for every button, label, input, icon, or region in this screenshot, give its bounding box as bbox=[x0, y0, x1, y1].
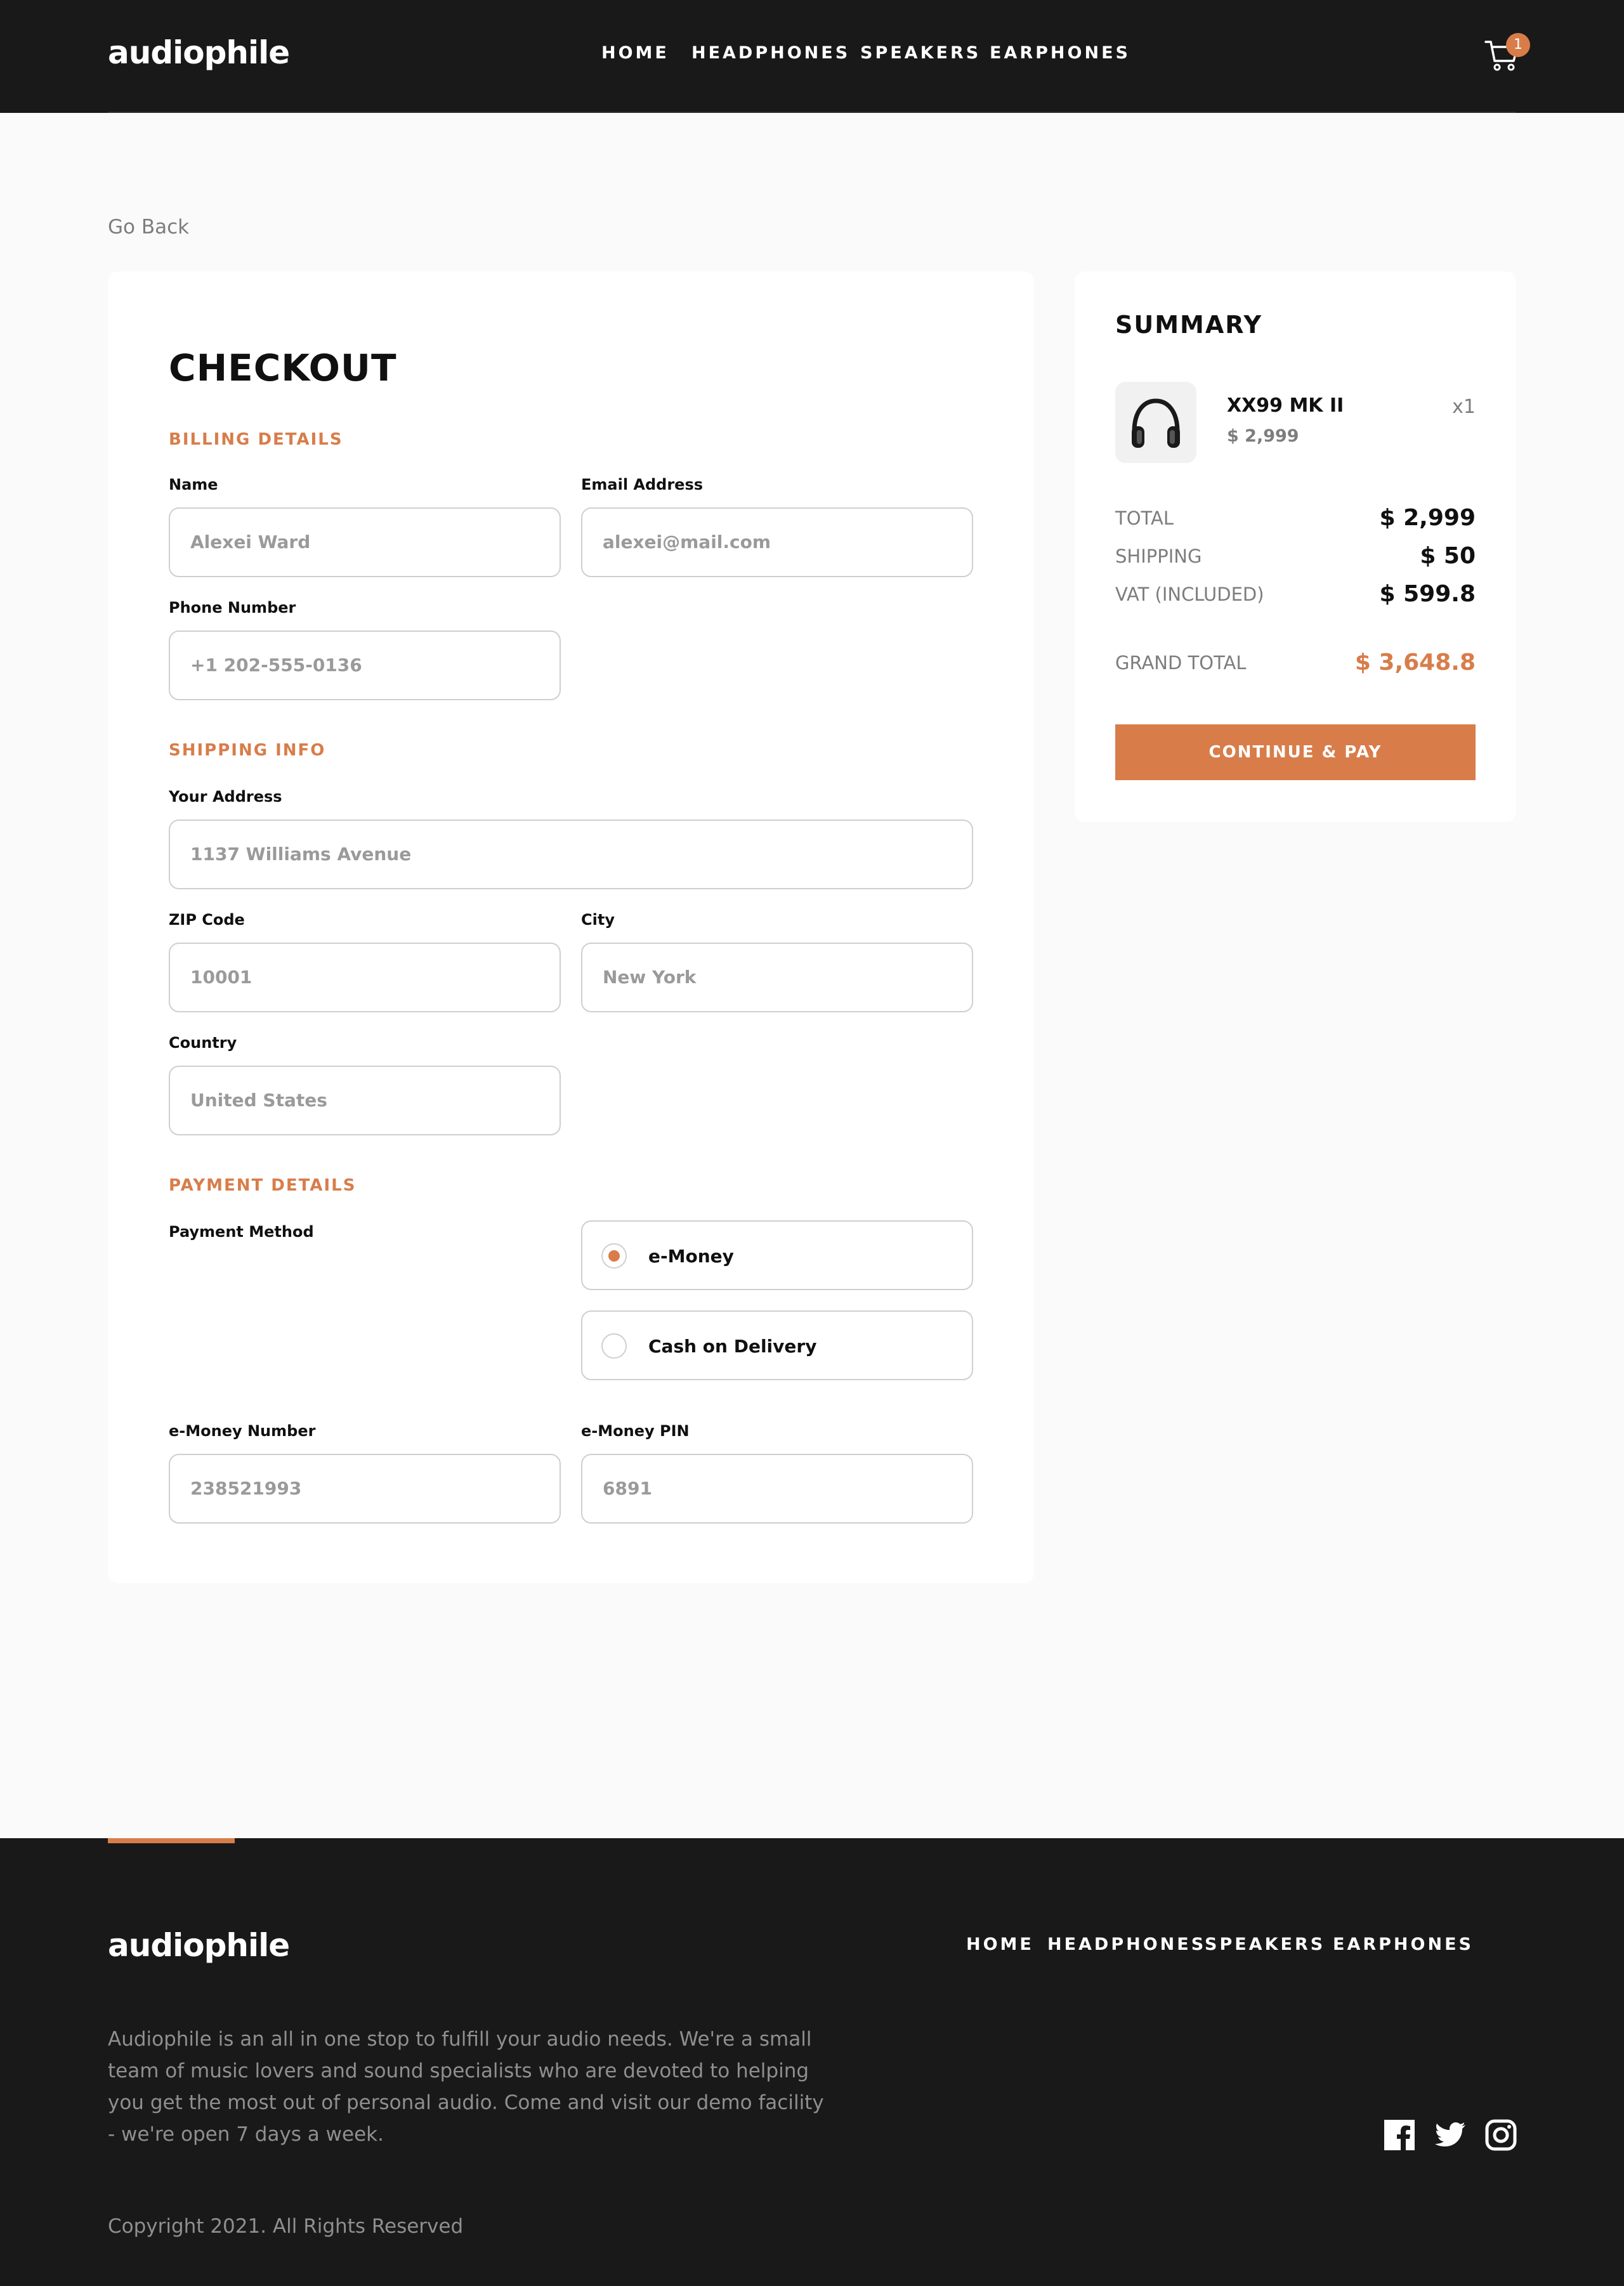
grand-total-value: $ 3,648.8 bbox=[1354, 650, 1476, 676]
phone-input[interactable]: +1 202-555-0136 bbox=[169, 630, 561, 700]
twitter-icon[interactable] bbox=[1434, 2119, 1467, 2152]
footer-nav-speakers[interactable]: SPEAKERS bbox=[1205, 1935, 1323, 1954]
footer-accent-bar bbox=[108, 1838, 235, 1843]
zip-input[interactable]: 10001 bbox=[169, 943, 561, 1012]
footer-logo[interactable]: audiophile bbox=[108, 1927, 290, 1964]
total-label: TOTAL bbox=[1115, 507, 1174, 529]
emoney-number-placeholder: 238521993 bbox=[190, 1478, 302, 1499]
shipping-info-heading: SHIPPING INFO bbox=[169, 741, 326, 760]
cart-count-badge: 1 bbox=[1506, 33, 1530, 57]
emoney-pin-label: e-Money PIN bbox=[581, 1422, 690, 1440]
footer-description: Audiophile is an all in one stop to fulf… bbox=[108, 2028, 824, 2146]
nav-home[interactable]: HOME bbox=[601, 43, 667, 63]
product-price: $ 2,999 bbox=[1227, 426, 1299, 446]
radio-emoney[interactable] bbox=[601, 1243, 627, 1269]
email-placeholder: alexei@mail.com bbox=[603, 532, 771, 552]
email-label: Email Address bbox=[581, 476, 704, 493]
footer-nav: HOME HEADPHONES SPEAKERS EARPHONES bbox=[966, 1935, 1471, 1954]
grand-total-label: GRAND TOTAL bbox=[1115, 652, 1247, 674]
order-summary: SUMMARY XX99 MK II $ 2,999 x1 TOTAL $ 2,… bbox=[1075, 271, 1516, 822]
footer-nav-home[interactable]: HOME bbox=[966, 1935, 1031, 1954]
emoney-label: e-Money bbox=[648, 1246, 734, 1267]
facebook-icon[interactable] bbox=[1383, 2119, 1416, 2152]
country-placeholder: United States bbox=[190, 1090, 327, 1111]
emoney-number-input[interactable]: 238521993 bbox=[169, 1454, 561, 1524]
address-label: Your Address bbox=[169, 788, 282, 806]
vat-label: VAT (INCLUDED) bbox=[1115, 584, 1264, 605]
vat-value: $ 599.8 bbox=[1379, 581, 1476, 607]
radio-selected-dot bbox=[608, 1250, 620, 1262]
headphones-icon bbox=[1132, 398, 1180, 448]
country-label: Country bbox=[169, 1034, 237, 1052]
payment-option-cash[interactable]: Cash on Delivery bbox=[581, 1310, 973, 1380]
payment-method-label: Payment Method bbox=[169, 1223, 314, 1241]
shipping-label: SHIPPING bbox=[1115, 545, 1202, 567]
phone-placeholder: +1 202-555-0136 bbox=[190, 655, 362, 676]
phone-label: Phone Number bbox=[169, 599, 296, 617]
name-placeholder: Alexei Ward bbox=[190, 532, 311, 552]
product-quantity: x1 bbox=[1452, 396, 1476, 418]
continue-pay-button[interactable]: CONTINUE & PAY bbox=[1115, 724, 1476, 780]
checkout-title: CHECKOUT bbox=[169, 346, 397, 389]
site-footer: audiophile HOME HEADPHONES SPEAKERS EARP… bbox=[0, 1838, 1624, 2286]
product-name: XX99 MK II bbox=[1227, 395, 1344, 417]
footer-nav-earphones[interactable]: EARPHONES bbox=[1333, 1935, 1471, 1954]
site-header: audiophile HOME HEADPHONES SPEAKERS EARP… bbox=[0, 0, 1624, 113]
copyright-text: Copyright 2021. All Rights Reserved bbox=[108, 2215, 464, 2238]
country-input[interactable]: United States bbox=[169, 1066, 561, 1135]
emoney-pin-placeholder: 6891 bbox=[603, 1478, 652, 1499]
city-placeholder: New York bbox=[603, 967, 697, 988]
product-thumbnail bbox=[1115, 382, 1196, 463]
emoney-pin-input[interactable]: 6891 bbox=[581, 1454, 973, 1524]
summary-title: SUMMARY bbox=[1115, 311, 1262, 339]
header-nav: HOME HEADPHONES SPEAKERS EARPHONES bbox=[601, 43, 1128, 63]
city-input[interactable]: New York bbox=[581, 943, 973, 1012]
nav-headphones[interactable]: HEADPHONES bbox=[691, 43, 848, 63]
cash-label: Cash on Delivery bbox=[648, 1336, 817, 1357]
nav-speakers[interactable]: SPEAKERS bbox=[860, 43, 978, 63]
checkout-form: CHECKOUT BILLING DETAILS Name Alexei War… bbox=[108, 271, 1034, 1583]
footer-nav-headphones[interactable]: HEADPHONES bbox=[1047, 1935, 1203, 1954]
email-input[interactable]: alexei@mail.com bbox=[581, 507, 973, 577]
total-value: $ 2,999 bbox=[1379, 505, 1476, 531]
radio-cash[interactable] bbox=[601, 1333, 627, 1359]
zip-placeholder: 10001 bbox=[190, 967, 252, 988]
header-divider bbox=[108, 112, 1516, 113]
name-label: Name bbox=[169, 476, 218, 493]
shipping-value: $ 50 bbox=[1420, 543, 1476, 569]
billing-details-heading: BILLING DETAILS bbox=[169, 430, 343, 449]
name-input[interactable]: Alexei Ward bbox=[169, 507, 561, 577]
address-placeholder: 1137 Williams Avenue bbox=[190, 844, 412, 865]
address-input[interactable]: 1137 Williams Avenue bbox=[169, 820, 973, 889]
city-label: City bbox=[581, 911, 615, 929]
nav-earphones[interactable]: EARPHONES bbox=[990, 43, 1128, 63]
header-logo[interactable]: audiophile bbox=[108, 34, 290, 71]
payment-details-heading: PAYMENT DETAILS bbox=[169, 1176, 357, 1195]
zip-label: ZIP Code bbox=[169, 911, 245, 929]
payment-option-emoney[interactable]: e-Money bbox=[581, 1220, 973, 1290]
go-back-link[interactable]: Go Back bbox=[108, 216, 189, 238]
instagram-icon[interactable] bbox=[1484, 2119, 1517, 2152]
emoney-number-label: e-Money Number bbox=[169, 1422, 316, 1440]
